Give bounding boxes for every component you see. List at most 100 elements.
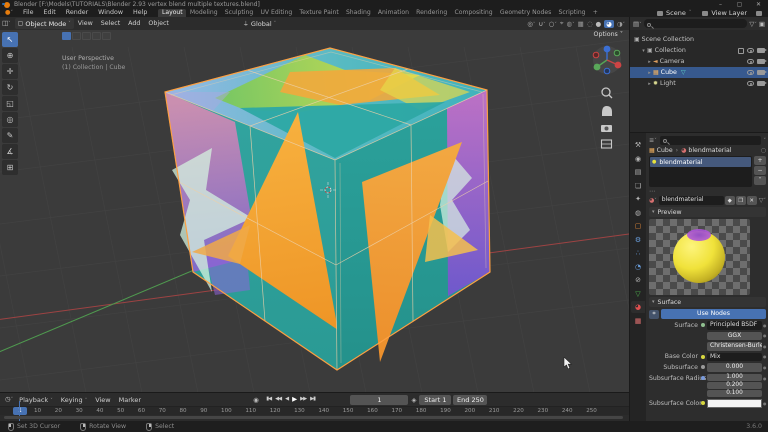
play-reverse-button[interactable]: ◀ bbox=[284, 394, 290, 405]
hide-eye-icon[interactable] bbox=[747, 48, 754, 53]
outliner-row-scene-collection[interactable]: ▣ Scene Collection bbox=[630, 34, 768, 45]
tool-rotate[interactable]: ↻ bbox=[2, 80, 18, 95]
radius-z-field[interactable]: 0.100 bbox=[707, 389, 762, 397]
tool-move[interactable]: ✛ bbox=[2, 64, 18, 79]
menu-view[interactable]: View bbox=[74, 20, 97, 27]
render-visibility-icon[interactable] bbox=[757, 59, 767, 64]
timeline-scrollbar[interactable] bbox=[4, 416, 623, 419]
tab-render[interactable]: ◉ bbox=[631, 153, 645, 165]
editor-divider[interactable] bbox=[0, 392, 629, 393]
editor-divider[interactable] bbox=[629, 17, 630, 421]
tab-view-layer[interactable]: ❏ bbox=[631, 180, 645, 192]
editor-divider[interactable] bbox=[630, 132, 768, 133]
snap-magnet-button[interactable]: ∪˅ bbox=[538, 20, 545, 28]
add-slot-button[interactable]: + bbox=[754, 156, 766, 165]
tab-material[interactable]: ◕ bbox=[631, 301, 645, 313]
properties-editor-icon[interactable]: ≡˅ bbox=[649, 137, 657, 144]
mode-selector[interactable]: ▢ Object Mode ˅ bbox=[14, 18, 74, 29]
select-mode-subtract-button[interactable] bbox=[82, 32, 91, 40]
distribution-dropdown[interactable]: GGX bbox=[707, 331, 762, 340]
minimize-button[interactable]: – bbox=[711, 0, 730, 9]
tab-modeling[interactable]: Modeling bbox=[186, 9, 221, 17]
menu-file[interactable]: File bbox=[18, 9, 39, 17]
remove-slot-button[interactable]: − bbox=[754, 166, 766, 175]
menu-edit[interactable]: Edit bbox=[39, 9, 61, 17]
close-button[interactable]: ✕ bbox=[749, 0, 768, 9]
current-frame-field[interactable]: 1 bbox=[350, 394, 409, 405]
jump-to-end-button[interactable]: ▶▮ bbox=[309, 394, 317, 405]
subsurface-color-swatch[interactable] bbox=[707, 399, 762, 408]
tab-object[interactable]: ▢ bbox=[631, 220, 645, 232]
tab-constraints[interactable]: ⊘ bbox=[631, 274, 645, 286]
unlink-material-button[interactable]: ✕ bbox=[746, 196, 757, 205]
hide-eye-icon[interactable] bbox=[747, 59, 754, 64]
radius-x-field[interactable]: 1.000 bbox=[707, 373, 762, 381]
tab-physics[interactable]: ◔ bbox=[631, 261, 645, 273]
editor-type-button[interactable]: ◫˅ bbox=[0, 17, 13, 31]
maximize-button[interactable]: ▢ bbox=[730, 0, 749, 9]
outliner-row-collection[interactable]: ▾ ▣ Collection bbox=[630, 45, 768, 56]
proportional-edit-button[interactable]: ○˅ bbox=[549, 20, 557, 28]
tool-annotate[interactable]: ✎ bbox=[2, 128, 18, 143]
keying-set-icon[interactable]: ◈ bbox=[411, 396, 416, 404]
tab-modifiers[interactable]: ⚙ bbox=[631, 234, 645, 246]
jump-to-start-button[interactable]: ▮◀ bbox=[265, 394, 273, 405]
render-visibility-icon[interactable] bbox=[757, 48, 767, 53]
select-mode-invert-button[interactable] bbox=[92, 32, 101, 40]
tab-particles[interactable]: ∴ bbox=[631, 247, 645, 259]
tab-uv-editing[interactable]: UV Editing bbox=[257, 9, 296, 17]
menu-add[interactable]: Add bbox=[124, 20, 144, 27]
tool-transform[interactable]: ◎ bbox=[2, 112, 18, 127]
exclude-checkbox[interactable] bbox=[738, 47, 744, 54]
surface-shader-field[interactable]: Principled BSDF bbox=[707, 321, 762, 330]
tool-add-cube[interactable]: ⊞ bbox=[2, 160, 18, 175]
show-overlays-button[interactable]: ◍˅ bbox=[566, 20, 574, 28]
show-gizmo-button[interactable]: ⌖ bbox=[560, 19, 564, 28]
expand-arrow-icon[interactable]: ▸ bbox=[646, 81, 653, 87]
expand-arrow-icon[interactable]: ▸ bbox=[646, 59, 653, 65]
tool-measure[interactable]: ∡ bbox=[2, 144, 18, 159]
auto-key-button[interactable]: ◉ bbox=[253, 396, 259, 404]
menu-marker[interactable]: Marker bbox=[115, 396, 145, 404]
breadcrumb-object[interactable]: Cube bbox=[657, 147, 673, 154]
new-material-button[interactable]: ❐ bbox=[735, 196, 746, 205]
expand-arrow-icon[interactable]: ▸ bbox=[646, 70, 653, 76]
material-slot-list[interactable]: ● blendmaterial bbox=[649, 156, 752, 187]
shading-rendered-button[interactable]: ◑˅ bbox=[617, 20, 625, 28]
render-visibility-icon[interactable] bbox=[757, 81, 767, 86]
shading-solid-button[interactable]: ● bbox=[595, 20, 601, 28]
tool-select-box[interactable]: ↖ bbox=[2, 32, 18, 47]
pin-icon[interactable]: ○ bbox=[761, 147, 766, 154]
menu-window[interactable]: Window bbox=[93, 9, 128, 17]
tab-compositing[interactable]: Compositing bbox=[451, 9, 496, 17]
tab-scripting[interactable]: Scripting bbox=[555, 9, 589, 17]
tab-texture[interactable]: ▦ bbox=[631, 315, 645, 327]
outliner-row-camera[interactable]: ▸ ◄ Camera bbox=[630, 56, 768, 67]
select-mode-intersect-button[interactable] bbox=[102, 32, 111, 40]
hide-eye-icon[interactable] bbox=[747, 81, 754, 86]
tab-geometry-nodes[interactable]: Geometry Nodes bbox=[496, 9, 555, 17]
frame-start-field[interactable]: Start 1 bbox=[419, 394, 452, 405]
slot-grip[interactable]: ⋯ bbox=[649, 188, 655, 195]
shading-material-button[interactable]: ◕ bbox=[604, 19, 614, 28]
scene-selector[interactable]: Scene bbox=[666, 9, 686, 17]
timeline-ruler[interactable]: 10 20 30 40 50 60 70 80 90 100 110 120 130 140 150 160 1… bbox=[0, 406, 629, 415]
tab-scene[interactable]: ✦ bbox=[631, 193, 645, 205]
expand-arrow-icon[interactable]: ▾ bbox=[640, 48, 647, 54]
timeline-editor-icon[interactable]: ◷˅ bbox=[3, 393, 15, 407]
material-slot-row[interactable]: ● blendmaterial bbox=[650, 157, 751, 167]
menu-playback[interactable]: Playback ˅ bbox=[15, 396, 57, 404]
tab-object-data[interactable]: ▽ bbox=[631, 288, 645, 300]
slot-specials-button[interactable]: ˅ bbox=[754, 176, 766, 185]
outliner-row-light[interactable]: ▸ ✹ Light bbox=[630, 78, 768, 89]
viewport-nav-controls[interactable] bbox=[589, 44, 625, 156]
tab-tool[interactable]: ⚒ bbox=[631, 139, 645, 151]
play-button[interactable]: ▶ bbox=[291, 394, 298, 405]
tab-world[interactable]: ◍ bbox=[631, 207, 645, 219]
pivot-point-button[interactable]: ◎˅ bbox=[527, 20, 535, 28]
select-mode-extend-button[interactable] bbox=[72, 32, 81, 40]
outliner-filter-button[interactable]: ▽˅ bbox=[749, 20, 757, 28]
tab-texture-paint[interactable]: Texture Paint bbox=[296, 9, 343, 17]
xray-toggle-button[interactable]: ▦ bbox=[578, 20, 584, 28]
shading-wireframe-button[interactable]: ◌ bbox=[587, 20, 593, 28]
